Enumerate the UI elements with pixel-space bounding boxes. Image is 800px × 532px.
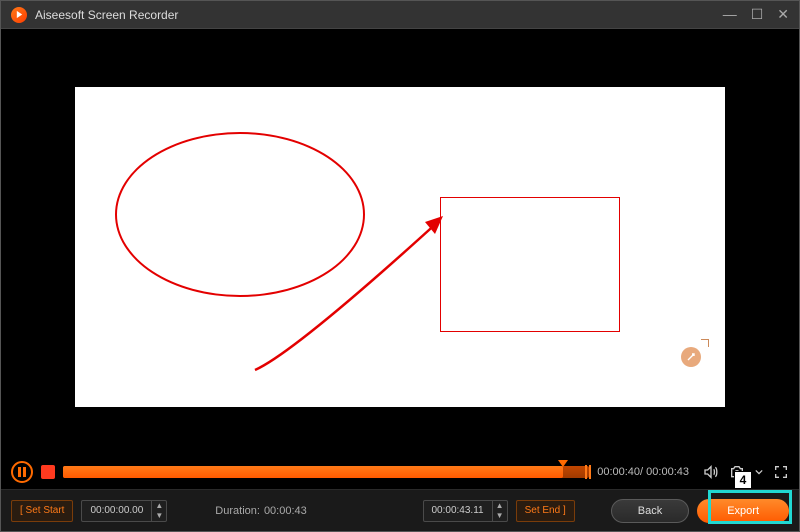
stepper-up-icon[interactable]: ▲ [152,501,166,511]
maximize-button[interactable]: ☐ [751,6,764,23]
progress-handle-icon[interactable] [558,460,568,467]
pause-button[interactable] [11,461,33,483]
stepper-down-icon[interactable]: ▼ [493,511,507,521]
time-display: 00:00:40/ 00:00:43 [597,466,689,478]
fullscreen-icon[interactable] [773,464,789,480]
start-time-field[interactable]: 00:00:00.00 ▲▼ [81,500,167,522]
progress-slider[interactable] [63,465,589,479]
end-time-field[interactable]: 00:00:43.11 ▲▼ [423,500,508,522]
window-titlebar: Aiseesoft Screen Recorder — ☐ ✕ [1,1,799,29]
edit-handle-icon[interactable] [679,343,705,369]
playback-bar: 00:00:40/ 00:00:43 [1,455,799,489]
trim-bar: [ Set Start 00:00:00.00 ▲▼ Duration: 00:… [1,489,799,531]
stepper-down-icon[interactable]: ▼ [152,511,166,521]
close-button[interactable]: ✕ [777,6,789,23]
set-end-button[interactable]: Set End ] [516,500,575,522]
drawn-arrow [245,202,475,372]
preview-canvas[interactable] [75,87,725,407]
volume-icon[interactable] [703,464,719,480]
export-button[interactable]: Export [697,499,789,523]
tutorial-step-badge: 4 [734,471,752,489]
video-preview-area [1,29,799,455]
duration-label: Duration: [215,505,260,517]
stop-button[interactable] [41,465,55,479]
app-logo-icon [11,7,27,23]
set-start-button[interactable]: [ Set Start [11,500,73,522]
back-button[interactable]: Back [611,499,689,523]
app-title: Aiseesoft Screen Recorder [35,8,178,22]
minimize-button[interactable]: — [723,6,737,23]
chevron-down-icon[interactable] [755,464,763,480]
stepper-up-icon[interactable]: ▲ [493,501,507,511]
duration-value: 00:00:43 [264,505,307,517]
